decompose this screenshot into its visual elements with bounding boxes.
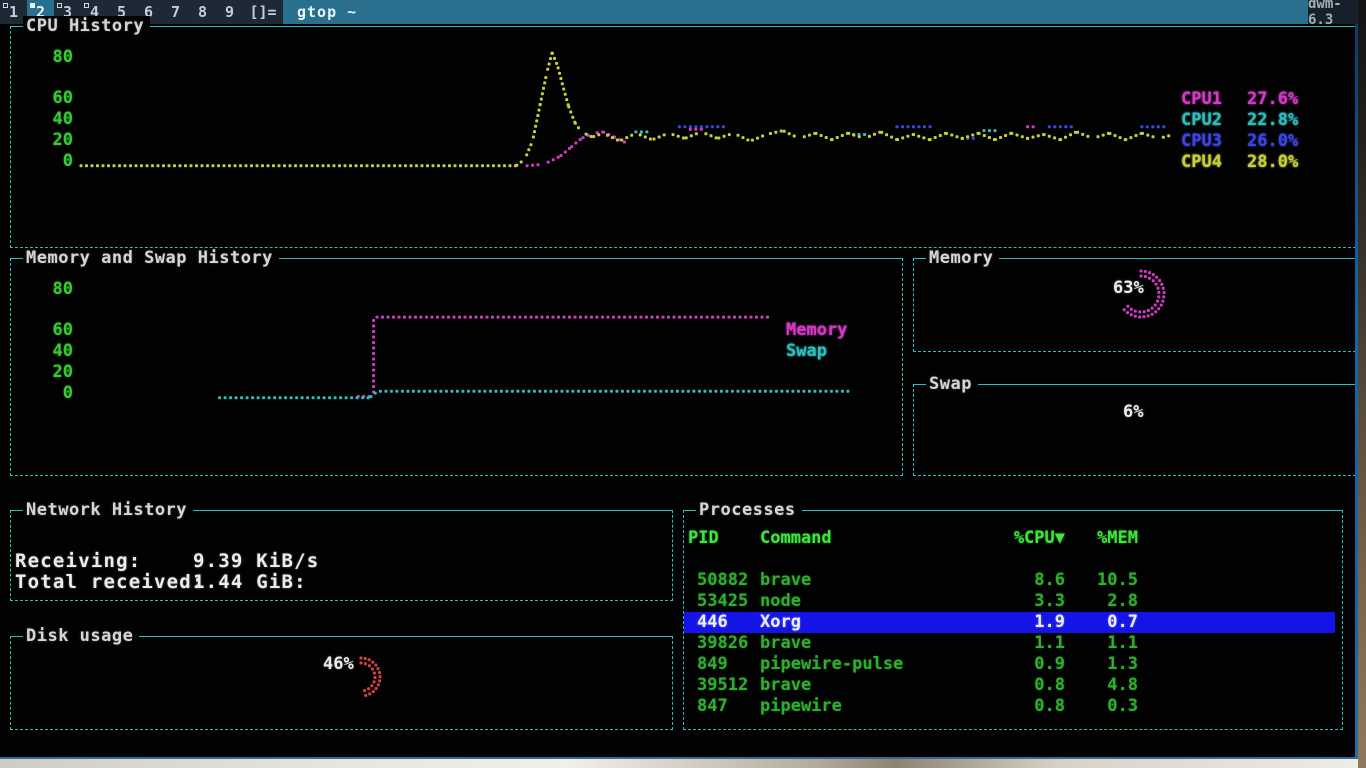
tag-label: 7 [171, 3, 180, 21]
tag-indicator-filled [30, 3, 35, 8]
legend-label: Memory [786, 320, 852, 341]
window-title: gtop ~ [283, 0, 1308, 24]
cell-mem: 10.5 [1065, 570, 1138, 591]
legend-value: 28.0% [1247, 152, 1298, 173]
cell-cpu: 3.3 [990, 591, 1065, 612]
cell-pid: 849 [684, 654, 760, 675]
tag-8[interactable]: 8 [189, 0, 216, 24]
cell-mem: 2.8 [1065, 591, 1138, 612]
swap-percent: 6% [1123, 402, 1143, 422]
legend-value: 22.8% [1247, 110, 1298, 131]
cell-pid: 847 [684, 696, 760, 717]
processes-header-row: PID Command %CPU▼ %MEM [684, 528, 1335, 549]
cell-command: pipewire [760, 696, 990, 717]
table-row[interactable]: 53425node3.32.8 [684, 591, 1335, 612]
memory-swap-history-panel: Memory and Swap History 806040200 Memory… [10, 258, 903, 476]
tag-7[interactable]: 7 [162, 0, 189, 24]
disk-percent: 46% [323, 654, 354, 674]
legend-value: 27.6% [1247, 89, 1298, 110]
column-header-command[interactable]: Command [760, 528, 990, 549]
legend-cpu2: CPU222.8% [1181, 110, 1298, 131]
tag-indicator-outline [3, 3, 8, 8]
table-row-selected[interactable]: 446Xorg1.90.7 [684, 612, 1335, 633]
legend-cpu3: CPU326.0% [1181, 131, 1298, 152]
cell-command: node [760, 591, 990, 612]
cpu-history-chart [11, 27, 1355, 247]
network-history-panel: Network History Receiving: 9.39 KiB/s To… [10, 510, 673, 601]
memory-panel: Memory 63% [913, 258, 1356, 352]
tag-label: 8 [198, 3, 207, 21]
cell-pid: 39512 [684, 675, 760, 696]
table-row[interactable]: 39826brave1.11.1 [684, 633, 1335, 654]
network-receiving-label: Receiving: [15, 551, 193, 572]
legend-label: CPU1 [1181, 89, 1247, 110]
network-history-title: Network History [23, 500, 193, 520]
cell-mem: 1.1 [1065, 633, 1138, 654]
legend-swap: Swap [786, 341, 852, 362]
cell-mem: 1.3 [1065, 654, 1138, 675]
desk-photo-strip-bottom [0, 759, 1358, 768]
cell-cpu: 0.8 [990, 696, 1065, 717]
legend-value: 26.0% [1247, 131, 1298, 152]
tag-label: 1 [9, 3, 18, 21]
cell-command: brave [760, 633, 990, 654]
cell-pid: 50882 [684, 570, 760, 591]
processes-panel: Processes PID Command %CPU▼ %MEM 50882br… [683, 510, 1343, 730]
cell-command: brave [760, 675, 990, 696]
memory-swap-history-chart [11, 259, 902, 475]
network-total-value: 1.44 GiB: [193, 572, 307, 593]
disk-usage-gauge [11, 637, 672, 729]
legend-cpu1: CPU127.6% [1181, 89, 1298, 110]
tag-9[interactable]: 9 [216, 0, 243, 24]
cell-pid: 446 [684, 612, 760, 633]
cell-cpu: 8.6 [990, 570, 1065, 591]
memory-gauge [914, 259, 1355, 351]
column-header-mem[interactable]: %MEM [1065, 528, 1138, 549]
memory-percent: 63% [1113, 278, 1144, 298]
processes-title: Processes [696, 500, 802, 520]
column-header-pid[interactable]: PID [684, 528, 760, 549]
cell-command: brave [760, 570, 990, 591]
legend-label: CPU4 [1181, 152, 1247, 173]
legend-cpu4: CPU428.0% [1181, 152, 1298, 173]
cell-mem: 0.3 [1065, 696, 1138, 717]
table-row[interactable]: 50882brave8.610.5 [684, 570, 1335, 591]
cell-mem: 0.7 [1065, 612, 1138, 633]
legend-memory: Memory [786, 320, 852, 341]
network-receiving-row: Receiving: 9.39 KiB/s [15, 551, 319, 572]
desk-photo-strip-right [1358, 0, 1366, 768]
tag-label: 9 [225, 3, 234, 21]
cell-command: Xorg [760, 612, 990, 633]
swap-panel: Swap 6% [913, 384, 1356, 476]
network-total-label: Total received: [15, 572, 193, 593]
cell-command: pipewire-pulse [760, 654, 990, 675]
tag-indicator-outline [57, 3, 62, 8]
cell-mem: 4.8 [1065, 675, 1138, 696]
swap-title: Swap [926, 374, 978, 394]
table-row[interactable]: 849pipewire-pulse0.91.3 [684, 654, 1335, 675]
legend-label: CPU3 [1181, 131, 1247, 152]
layout-symbol[interactable]: []= [243, 0, 283, 24]
disk-usage-panel: Disk usage 46% [10, 636, 673, 730]
cell-pid: 39826 [684, 633, 760, 654]
column-header-cpu[interactable]: %CPU▼ [990, 528, 1065, 549]
cell-pid: 53425 [684, 591, 760, 612]
legend-label: Swap [786, 341, 852, 362]
table-row[interactable]: 39512brave0.84.8 [684, 675, 1335, 696]
dwm-statusbar: 123456789 []= gtop ~ dwm-6.3 [0, 0, 1366, 24]
cell-cpu: 1.1 [990, 633, 1065, 654]
cell-cpu: 0.9 [990, 654, 1065, 675]
cell-cpu: 1.9 [990, 612, 1065, 633]
legend-label: CPU2 [1181, 110, 1247, 131]
gtop-terminal-screen: 123456789 []= gtop ~ dwm-6.3 CPU History… [0, 0, 1366, 768]
tag-indicator-outline [84, 3, 89, 8]
cpu-history-panel: CPU History 806040200 CPU127.6%CPU222.8%… [10, 26, 1356, 248]
network-receiving-value: 9.39 KiB/s [193, 551, 319, 572]
table-row[interactable]: 847pipewire0.80.3 [684, 696, 1335, 717]
cell-cpu: 0.8 [990, 675, 1065, 696]
network-total-row: Total received: 1.44 GiB: [15, 572, 307, 593]
